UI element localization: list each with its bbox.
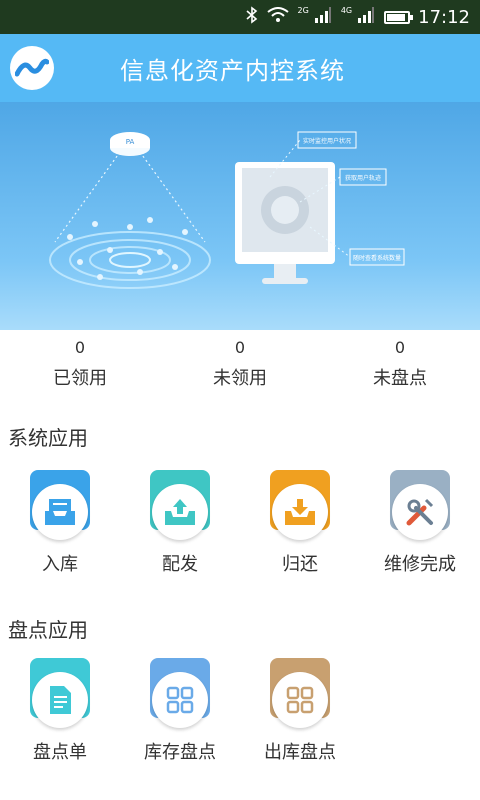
- inventory-apps-grid: 盘点单 库存盘点 出库盘点: [0, 658, 480, 764]
- app-header: 信息化资产内控系统: [0, 34, 480, 102]
- outbox-tray-icon: [150, 470, 210, 540]
- wrench-screwdriver-icon: [390, 470, 450, 540]
- document-icon: [30, 658, 90, 728]
- stat-value: 0: [74, 338, 86, 357]
- stat-value: 0: [234, 338, 246, 357]
- banner-illustration: PA 实时监控用户状况 获取用户轨迹 随时查看系统数量: [0, 102, 480, 330]
- app-label: 库存盘点: [144, 742, 216, 763]
- callout-2: 获取用户轨迹: [345, 174, 381, 182]
- app-return[interactable]: 归还: [240, 470, 360, 576]
- return-download-icon: [270, 470, 330, 540]
- stat-value: 0: [394, 338, 406, 357]
- stat-uncounted[interactable]: 0 未盘点: [320, 334, 480, 394]
- stats-summary: 0 已领用 0 未领用 0 未盘点: [0, 334, 480, 394]
- stat-label: 已领用: [53, 368, 107, 389]
- status-icons: 2G 4G: [245, 5, 414, 28]
- stat-claimed[interactable]: 0 已领用: [0, 334, 160, 394]
- battery-icon: [384, 10, 414, 24]
- wifi-icon: [266, 7, 289, 27]
- signal-icon: [357, 7, 375, 27]
- status-bar: 2G 4G 17:12: [0, 0, 480, 34]
- network-2g-label: 2G: [297, 5, 309, 15]
- app-label: 入库: [42, 554, 78, 575]
- app-label: 归还: [282, 554, 318, 575]
- signal-icon: [314, 7, 332, 27]
- callout-1: 实时监控用户状况: [303, 137, 351, 145]
- bluetooth-icon: [245, 6, 258, 28]
- app-distribute[interactable]: 配发: [120, 470, 240, 576]
- section-title-system-apps: 系统应用: [8, 426, 88, 450]
- app-count-sheet[interactable]: 盘点单: [0, 658, 120, 764]
- grid-icon: [150, 658, 210, 728]
- app-outbound-count[interactable]: 出库盘点: [240, 658, 360, 764]
- inbox-tray-icon: [30, 470, 90, 540]
- app-inbound[interactable]: 入库: [0, 470, 120, 576]
- app-label: 盘点单: [33, 742, 87, 763]
- stat-label: 未盘点: [373, 368, 427, 389]
- network-4g-label: 4G: [340, 5, 353, 15]
- section-title-inventory-apps: 盘点应用: [8, 618, 88, 642]
- page-title: 信息化资产内控系统: [120, 56, 345, 85]
- callout-3: 随时查看系统数量: [353, 254, 401, 262]
- grid-icon: [270, 658, 330, 728]
- stat-unclaimed[interactable]: 0 未领用: [160, 334, 320, 394]
- app-stock-count[interactable]: 库存盘点: [120, 658, 240, 764]
- system-apps-grid: 入库 配发 归还 维修完成: [0, 470, 480, 576]
- app-repair-complete[interactable]: 维修完成: [360, 470, 480, 576]
- app-label: 配发: [162, 554, 198, 575]
- device-label: PA: [126, 138, 135, 146]
- app-label: 维修完成: [384, 554, 456, 575]
- stat-label: 未领用: [213, 368, 267, 389]
- app-logo-icon[interactable]: [10, 46, 54, 90]
- status-time: 17:12: [418, 6, 470, 28]
- app-label: 出库盘点: [264, 742, 336, 763]
